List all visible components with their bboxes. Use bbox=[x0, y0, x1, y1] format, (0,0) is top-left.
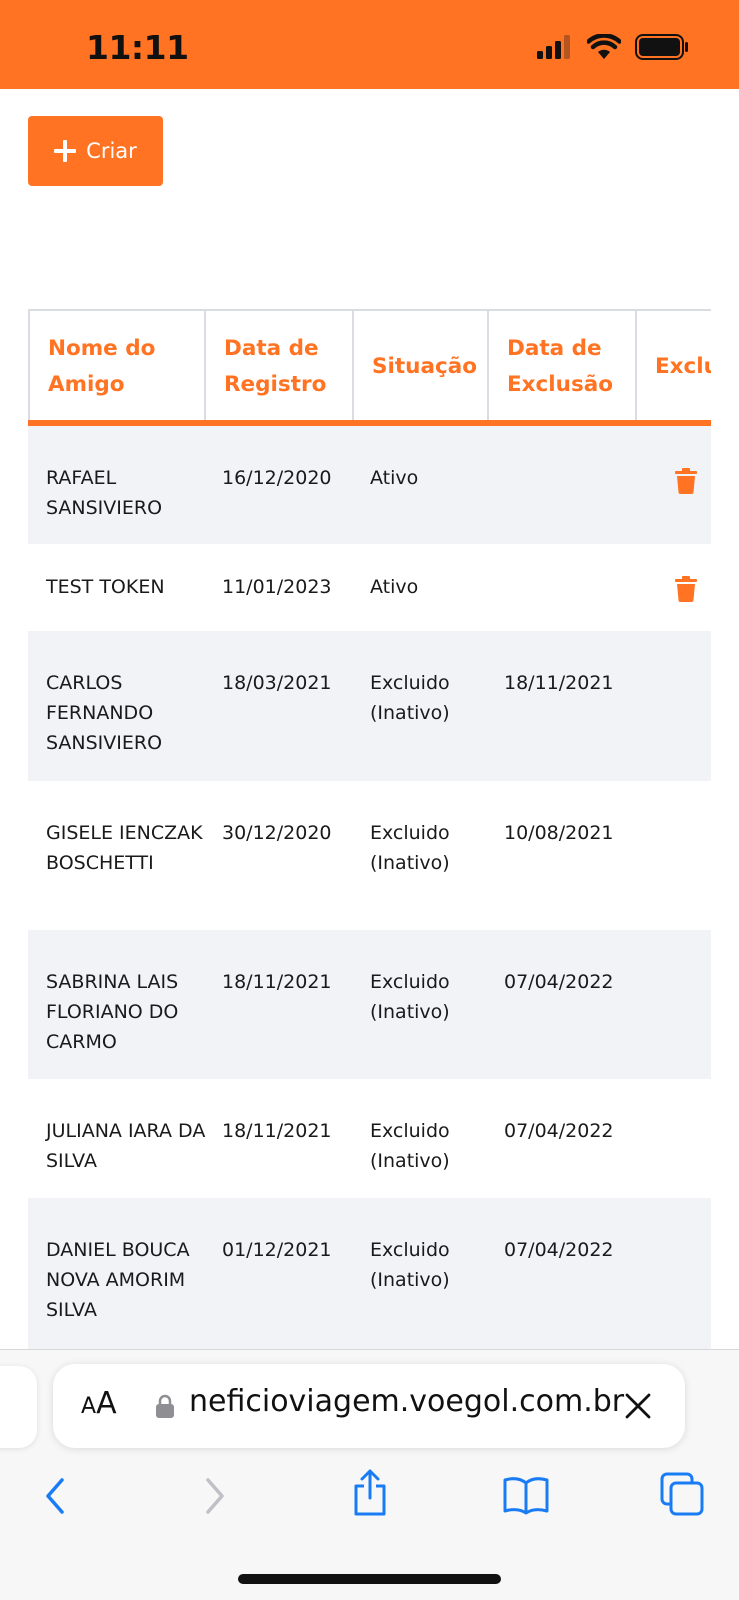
cell-status: Ativo bbox=[370, 467, 419, 489]
cell-exclusion-date: 07/04/2022 bbox=[504, 971, 614, 993]
cell-name: RAFAEL SANSIVIERO bbox=[46, 467, 163, 519]
forward-icon[interactable] bbox=[202, 1476, 228, 1516]
column-header-name[interactable]: Nome do Amigo bbox=[30, 311, 206, 422]
battery-icon bbox=[635, 34, 688, 60]
column-header-status[interactable]: Situação bbox=[354, 311, 489, 422]
cell-registration-date: 16/12/2020 bbox=[222, 467, 332, 489]
bookmarks-icon[interactable] bbox=[502, 1475, 550, 1515]
table-row: CARLOS FERNANDO SANSIVIERO 18/03/2021 Ex… bbox=[28, 631, 711, 781]
close-icon[interactable] bbox=[623, 1391, 653, 1421]
column-header-exclusion-date[interactable]: Data de Exclusão bbox=[489, 311, 637, 422]
cell-registration-date: 01/12/2021 bbox=[222, 1239, 332, 1261]
friends-table[interactable]: Nome do Amigo Data de Registro Situação … bbox=[28, 309, 711, 1349]
cell-exclusion-date: 07/04/2022 bbox=[504, 1239, 614, 1261]
cell-registration-date: 18/11/2021 bbox=[222, 1120, 332, 1142]
column-header-registration-date[interactable]: Data de Registro bbox=[206, 311, 354, 422]
cell-registration-date: 18/03/2021 bbox=[222, 672, 332, 694]
home-indicator bbox=[238, 1574, 501, 1584]
wifi-icon bbox=[587, 34, 621, 59]
plus-icon bbox=[54, 140, 77, 162]
cell-registration-date: 11/01/2023 bbox=[222, 576, 332, 598]
cell-exclusion-date: 10/08/2021 bbox=[504, 822, 614, 844]
create-button-label: Criar bbox=[86, 139, 137, 163]
cell-registration-date: 30/12/2020 bbox=[222, 822, 332, 844]
table-row: GISELE IENCZAK BOSCHETTI 30/12/2020 Excl… bbox=[28, 781, 711, 930]
back-icon[interactable] bbox=[42, 1476, 68, 1516]
column-header-exclude[interactable]: Exclu bbox=[637, 311, 711, 422]
tabs-icon[interactable] bbox=[660, 1472, 704, 1516]
table-header: Nome do Amigo Data de Registro Situação … bbox=[28, 309, 711, 422]
status-bar: 11:11 bbox=[0, 0, 739, 89]
cell-status: Excluido (Inativo) bbox=[370, 822, 450, 874]
cell-name: CARLOS FERNANDO SANSIVIERO bbox=[46, 672, 163, 754]
status-icons bbox=[537, 34, 689, 60]
trash-icon[interactable] bbox=[675, 576, 697, 602]
lock-icon bbox=[156, 1394, 174, 1418]
table-row: SABRINA LAIS FLORIANO DO CARMO 18/11/202… bbox=[28, 930, 711, 1079]
cell-name: SABRINA LAIS FLORIANO DO CARMO bbox=[46, 971, 179, 1053]
cell-status: Excluido (Inativo) bbox=[370, 1239, 450, 1291]
cell-name: GISELE IENCZAK BOSCHETTI bbox=[46, 822, 203, 874]
cell-status: Excluido (Inativo) bbox=[370, 971, 450, 1023]
cell-name: JULIANA IARA DA SILVA bbox=[46, 1120, 206, 1172]
trash-icon[interactable] bbox=[675, 468, 697, 494]
cell-status: Excluido (Inativo) bbox=[370, 672, 450, 724]
cell-name: DANIEL BOUCA NOVA AMORIM SILVA bbox=[46, 1239, 190, 1321]
previous-tab-preview[interactable] bbox=[0, 1366, 37, 1448]
cell-status: Excluido (Inativo) bbox=[370, 1120, 450, 1172]
table-row: DANIEL BOUCA NOVA AMORIM SILVA 01/12/202… bbox=[28, 1198, 711, 1349]
cell-exclusion-date: 18/11/2021 bbox=[504, 672, 614, 694]
cell-registration-date: 18/11/2021 bbox=[222, 971, 332, 993]
table-row: JULIANA IARA DA SILVA 18/11/2021 Excluid… bbox=[28, 1079, 711, 1198]
text-size-button[interactable]: AA bbox=[81, 1386, 117, 1421]
share-icon[interactable] bbox=[350, 1468, 390, 1518]
cell-exclusion-date: 07/04/2022 bbox=[504, 1120, 614, 1142]
url-text[interactable]: neficioviagem.voegol.com.br bbox=[189, 1384, 649, 1419]
create-button[interactable]: Criar bbox=[28, 116, 163, 186]
address-bar[interactable]: AA neficioviagem.voegol.com.br bbox=[53, 1364, 685, 1448]
browser-toolbar: AA neficioviagem.voegol.com.br bbox=[0, 1349, 739, 1600]
cell-name: TEST TOKEN bbox=[46, 576, 165, 598]
cell-status: Ativo bbox=[370, 576, 419, 598]
signal-icon bbox=[537, 35, 570, 59]
table-row: TEST TOKEN 11/01/2023 Ativo bbox=[28, 544, 711, 631]
status-time: 11:11 bbox=[86, 28, 189, 67]
table-row: RAFAEL SANSIVIERO 16/12/2020 Ativo bbox=[28, 426, 711, 544]
